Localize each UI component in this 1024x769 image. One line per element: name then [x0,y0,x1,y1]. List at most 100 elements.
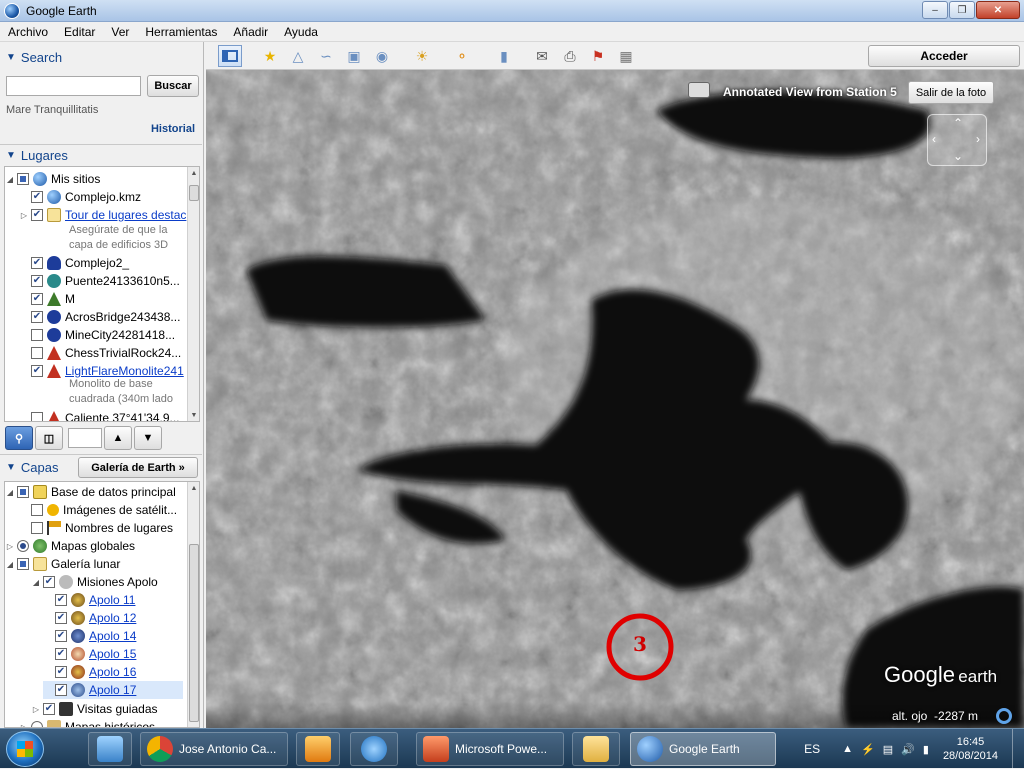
taskbar-explorer-icon[interactable] [572,732,620,766]
save-image-icon[interactable]: ▦ [614,45,638,67]
collapse-arrow-icon[interactable]: ◢ [5,560,15,569]
move-down-button[interactable]: ▼ [134,426,162,450]
expand-arrow-icon[interactable]: ▷ [5,542,15,551]
power-icon[interactable]: ⚡ [861,743,875,756]
tree-node[interactable]: ◢ ✔ Misiones Apolo [31,573,158,591]
tree-node[interactable]: ▷ ✔ Tour de lugares destac [19,206,186,224]
show-desktop-button[interactable] [1012,729,1024,769]
checkbox[interactable]: ✔ [31,191,43,203]
node-label[interactable]: Apolo 11 [89,593,135,607]
menu-anadir[interactable]: Añadir [225,25,276,39]
checkbox[interactable]: ✔ [55,684,67,696]
show-hidden-icons-icon[interactable]: ▲ [842,743,853,755]
checkbox[interactable]: ✔ [55,630,67,642]
collapse-arrow-icon[interactable]: ◢ [31,578,41,587]
tree-node[interactable]: ✔ Apolo 12 [43,609,136,627]
expand-arrow-icon[interactable]: ▷ [19,211,29,220]
earth-gallery-button[interactable]: Galería de Earth » [78,457,198,478]
nav-up-icon[interactable]: ⌃ [953,116,963,130]
sign-in-button[interactable]: Acceder [868,45,1020,67]
clock[interactable]: 16:45 28/08/2014 [943,735,998,763]
tree-node[interactable]: ✔ Apolo 11 [43,591,135,609]
node-label[interactable]: LightFlareMonolite241 [65,364,184,378]
view-in-maps-icon[interactable]: ⚑ [586,45,610,67]
checkbox[interactable] [17,173,29,185]
taskbar-ie-icon[interactable] [350,732,398,766]
tree-node[interactable]: ▷ Mapas históricos [19,718,155,727]
search-places-button[interactable]: ⚲ [5,426,33,450]
windows-start-button[interactable] [6,731,44,767]
tree-node[interactable]: ◢ Galería lunar [5,555,120,573]
collapse-arrow-icon[interactable]: ◢ [5,175,15,184]
checkbox[interactable] [31,347,43,359]
checkbox[interactable] [31,504,43,516]
menu-archivo[interactable]: Archivo [0,25,56,39]
email-icon[interactable]: ✉ [530,45,554,67]
navigation-control[interactable]: ⌃ ⌄ ‹ › [927,114,987,166]
collapse-arrow-icon[interactable]: ◢ [5,488,15,497]
menu-ver[interactable]: Ver [103,25,137,39]
tree-node[interactable]: ✔ Apolo 14 [43,627,136,645]
tree-node[interactable]: MineCity24281418... [19,326,175,344]
move-up-button[interactable]: ▲ [104,426,132,450]
taskbar-notepad-icon[interactable] [88,732,132,766]
print-icon[interactable]: ⎙ [558,45,582,67]
add-polygon-icon[interactable]: △ [286,45,310,67]
tree-node[interactable]: Nombres de lugares [19,519,173,537]
node-label[interactable]: Tour de lugares destac [65,208,186,222]
radio[interactable] [17,540,29,552]
search-input[interactable] [6,76,141,96]
taskbar-google-earth[interactable]: Google Earth [630,732,776,766]
tree-node[interactable]: ✔ Complejo2_ [19,254,129,272]
tree-node[interactable]: ✔ AcrosBridge243438... [19,308,180,326]
scrollbar-thumb[interactable] [189,185,199,201]
collapse-triangle-icon[interactable]: ▼ [6,462,16,473]
sidebar-toggle-icon[interactable] [218,45,242,67]
restore-button[interactable]: ❐ [949,1,975,19]
scroll-up-arrow-icon[interactable]: ▲ [188,167,199,179]
taskbar-powerpoint[interactable]: Microsoft Powe... [416,732,564,766]
tree-node[interactable]: Caliente 37°41'34.9... [19,409,180,421]
checkbox[interactable]: ✔ [55,612,67,624]
tree-node[interactable]: ✔ Complejo.kmz [19,188,141,206]
checkbox[interactable]: ✔ [55,594,67,606]
opacity-input[interactable] [68,428,102,448]
language-indicator[interactable]: ES [804,742,820,756]
monitor-icon[interactable]: ▤ [883,743,893,756]
checkbox[interactable]: ✔ [55,666,67,678]
tree-node-selected[interactable]: ✔ Apolo 17 [43,681,183,699]
node-label[interactable]: Apolo 16 [89,665,136,679]
record-tour-icon[interactable]: ◉ [370,45,394,67]
checkbox[interactable] [31,522,43,534]
checkbox[interactable]: ✔ [31,293,43,305]
checkbox[interactable]: ✔ [31,257,43,269]
tree-node[interactable]: ✔ Apolo 16 [43,663,136,681]
nav-down-icon[interactable]: ⌄ [953,149,963,163]
tree-node[interactable]: ✔ Puente24133610n5... [19,272,180,290]
node-label[interactable]: Apolo 17 [89,683,136,697]
tree-node-mis-sitios[interactable]: ◢ Mis sitios [5,170,100,188]
checkbox[interactable] [31,329,43,341]
tree-node[interactable]: ✔ M [19,290,75,308]
search-section-header[interactable]: ▼ Search [0,46,200,68]
tree-node[interactable]: Imágenes de satélit... [19,501,177,519]
add-path-icon[interactable]: ∽ [314,45,338,67]
exit-photo-button[interactable]: Salir de la foto [908,81,994,104]
volume-icon[interactable]: 🔊 [901,743,915,756]
search-button[interactable]: Buscar [147,75,199,97]
checkbox[interactable] [31,412,43,421]
add-placemark-icon[interactable]: ★ [258,45,282,67]
taskbar-media-player-icon[interactable] [296,732,340,766]
checkbox[interactable]: ✔ [31,275,43,287]
taskbar-chrome[interactable]: Jose Antonio Ca... [140,732,288,766]
radio[interactable] [31,721,43,727]
collapse-triangle-icon[interactable]: ▼ [6,150,16,161]
checkbox[interactable]: ✔ [31,365,43,377]
sidebar-toggle-button[interactable]: ◫ [35,426,63,450]
node-label[interactable]: Apolo 12 [89,611,136,625]
nav-right-icon[interactable]: › [976,132,980,146]
checkbox[interactable] [17,486,29,498]
checkbox[interactable]: ✔ [31,209,43,221]
add-image-overlay-icon[interactable]: ▣ [342,45,366,67]
places-section-header[interactable]: ▼ Lugares [0,144,200,166]
